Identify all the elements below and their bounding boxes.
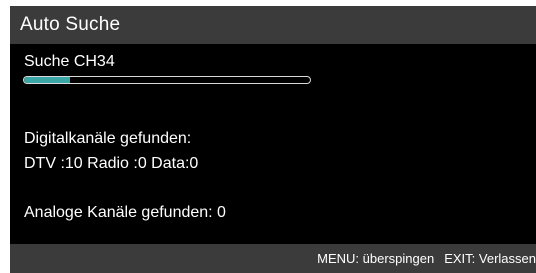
scan-progress-fill (24, 77, 70, 83)
screen-title: Auto Suche (20, 14, 121, 35)
footer-bar: MENU: überspingen EXIT: Verlassen (10, 244, 536, 273)
scan-progress-bar (23, 76, 311, 84)
title-bar: Auto Suche (10, 6, 536, 44)
auto-search-screen: Auto Suche Suche CH34 Digitalkanäle gefu… (10, 6, 536, 273)
digital-channels-found-label: Digitalkanäle gefunden: (24, 130, 192, 147)
scan-channel-label: Suche CH34 (24, 53, 115, 70)
digital-channel-counts: DTV :10 Radio :0 Data:0 (24, 155, 199, 172)
menu-skip-hint[interactable]: MENU: überspingen (317, 251, 434, 266)
analog-channels-found-label: Analoge Kanäle gefunden: 0 (24, 204, 226, 221)
exit-hint[interactable]: EXIT: Verlassen (444, 251, 536, 266)
